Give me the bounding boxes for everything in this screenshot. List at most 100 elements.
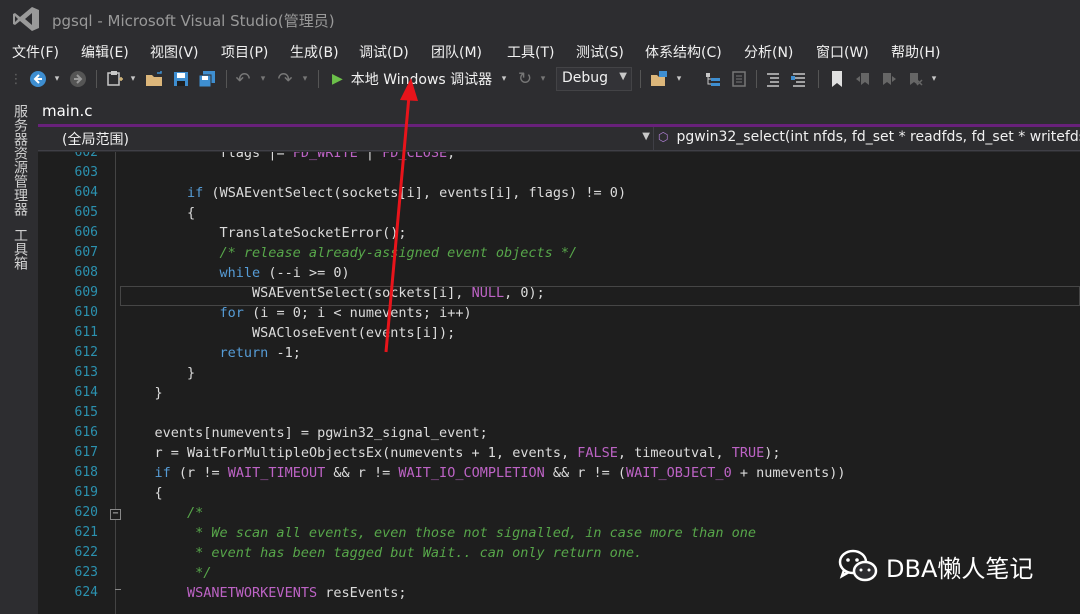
back-icon[interactable] bbox=[28, 68, 48, 90]
toolbar-separator bbox=[226, 70, 227, 88]
line-number: 603 bbox=[74, 165, 98, 180]
code-line: while (--i >= 0) bbox=[219, 265, 350, 281]
code-line: r = WaitForMultipleObjectsEx(numevents +… bbox=[154, 445, 781, 461]
outline-margin bbox=[115, 152, 116, 614]
menu-view[interactable]: 视图(V) bbox=[150, 40, 199, 62]
code-line: if (r != WAIT_TIMEOUT && r != WAIT_IO_CO… bbox=[154, 465, 846, 481]
line-number: 611 bbox=[74, 325, 98, 340]
line-number: 617 bbox=[74, 445, 98, 460]
menu-debug[interactable]: 调试(D) bbox=[359, 40, 409, 62]
refresh-dropdown-icon[interactable]: ▾ bbox=[538, 68, 548, 90]
line-number: 623 bbox=[74, 565, 98, 580]
save-icon[interactable] bbox=[170, 68, 192, 90]
line-number: 605 bbox=[74, 205, 98, 220]
refresh-icon[interactable]: ↻ bbox=[514, 68, 536, 90]
menu-build[interactable]: 生成(B) bbox=[290, 40, 339, 62]
run-button-label: 本地 Windows 调试器 bbox=[350, 72, 493, 88]
line-number: 608 bbox=[74, 265, 98, 280]
forward-icon[interactable] bbox=[68, 68, 88, 90]
find-dropdown-icon[interactable]: ▾ bbox=[674, 68, 684, 90]
code-line: } bbox=[122, 385, 163, 401]
menu-window[interactable]: 窗口(W) bbox=[816, 40, 869, 62]
tab-main-c[interactable]: main.c bbox=[38, 102, 93, 124]
menu-file[interactable]: 文件(F) bbox=[12, 40, 59, 62]
code-line: /* bbox=[122, 505, 204, 521]
watermark-text: DBA懒人笔记 bbox=[886, 554, 1034, 583]
undo-icon[interactable]: ↶ bbox=[232, 68, 254, 90]
code-line: { bbox=[122, 205, 196, 221]
line-number: 621 bbox=[74, 525, 98, 540]
menu-analyze[interactable]: 分析(N) bbox=[744, 40, 793, 62]
code-line: return -1; bbox=[219, 345, 301, 361]
redo-icon[interactable]: ↷ bbox=[274, 68, 296, 90]
document-area: main.c (全局范围) ▼ ⬡ pgwin32_select(int nfds… bbox=[38, 96, 1080, 614]
line-number: 612 bbox=[74, 345, 98, 360]
menu-edit[interactable]: 编辑(E) bbox=[81, 40, 129, 62]
line-number: 609 bbox=[74, 285, 98, 300]
standard-toolbar: ⋮ ▾ ▾ ↶ ▾ ↷ ▾ ▶ 本地 Windows 调试器 ▾ ↻ ▾ ▾ ▾ bbox=[0, 64, 1080, 96]
find-in-files-icon[interactable] bbox=[648, 68, 672, 90]
solution-configuration-select[interactable]: Debug ▼ bbox=[556, 67, 632, 91]
line-number: 619 bbox=[74, 485, 98, 500]
uncomment-lines-icon[interactable] bbox=[788, 68, 810, 90]
back-dropdown-icon[interactable]: ▾ bbox=[52, 68, 62, 90]
properties-icon[interactable] bbox=[728, 68, 750, 90]
visual-studio-logo-icon bbox=[13, 7, 39, 31]
code-editor[interactable]: 602 603 604 605 606 607 608 609 610 611 612 613 614 6… bbox=[38, 152, 1080, 614]
code-line: flags |= FD_WRITE | FD_CLOSE; bbox=[219, 152, 456, 161]
code-line: { bbox=[122, 485, 163, 501]
line-number: 616 bbox=[74, 425, 98, 440]
line-number: 620 bbox=[74, 505, 98, 520]
menu-bar: 文件(F) 编辑(E) 视图(V) 项目(P) 生成(B) 调试(D) 团队(M… bbox=[0, 38, 1080, 62]
menu-help[interactable]: 帮助(H) bbox=[891, 40, 940, 62]
clear-bookmarks-icon[interactable] bbox=[904, 68, 926, 90]
line-number-gutter: 602 603 604 605 606 607 608 609 610 611 612 613 614 6… bbox=[38, 152, 118, 614]
run-dropdown-icon[interactable]: ▾ bbox=[498, 68, 510, 90]
start-debugging-button[interactable]: ▶ 本地 Windows 调试器 bbox=[330, 68, 505, 90]
collapse-block-icon[interactable]: − bbox=[110, 509, 121, 520]
window-title: pgsql - Microsoft Visual Studio(管理员) bbox=[52, 12, 335, 30]
toolbar-separator bbox=[96, 70, 97, 88]
menu-team[interactable]: 团队(M) bbox=[431, 40, 482, 62]
line-number: 606 bbox=[74, 225, 98, 240]
toolbox-tab[interactable]: 工具箱 bbox=[10, 228, 30, 270]
menu-architecture[interactable]: 体系结构(C) bbox=[645, 40, 722, 62]
line-number: 618 bbox=[74, 465, 98, 480]
code-line: */ bbox=[122, 565, 212, 581]
function-dropdown[interactable]: ⬡ pgwin32_select(int nfds, fd_set * readf… bbox=[658, 129, 1080, 149]
toolbar-grip-icon: ⋮ bbox=[9, 71, 23, 87]
code-line: } bbox=[122, 365, 196, 381]
open-file-icon[interactable] bbox=[144, 68, 166, 90]
configuration-value: Debug bbox=[562, 70, 609, 86]
menu-test[interactable]: 测试(S) bbox=[576, 40, 624, 62]
undo-dropdown-icon[interactable]: ▾ bbox=[258, 68, 268, 90]
line-number: 615 bbox=[74, 405, 98, 420]
server-explorer-tab[interactable]: 服务器资源管理器 bbox=[10, 104, 30, 216]
line-number: 613 bbox=[74, 365, 98, 380]
watermark: DBA懒人笔记 bbox=[838, 546, 1033, 586]
save-all-icon[interactable] bbox=[196, 68, 220, 90]
solution-explorer-icon[interactable] bbox=[702, 68, 724, 90]
bookmark-icon[interactable] bbox=[826, 68, 848, 90]
code-line: for (i = 0; i < numevents; i++) bbox=[219, 305, 472, 321]
previous-bookmark-icon[interactable] bbox=[852, 68, 874, 90]
code-line: WSAEventSelect(sockets[i], NULL, 0); bbox=[252, 285, 545, 301]
line-number: 624 bbox=[74, 585, 98, 600]
menu-tools[interactable]: 工具(T) bbox=[507, 40, 554, 62]
code-line: events[numevents] = pgwin32_signal_event… bbox=[154, 425, 488, 441]
line-number: 622 bbox=[74, 545, 98, 560]
toolbar-separator bbox=[756, 70, 757, 88]
redo-dropdown-icon[interactable]: ▾ bbox=[300, 68, 310, 90]
menu-project[interactable]: 项目(P) bbox=[221, 40, 268, 62]
comment-lines-icon[interactable] bbox=[762, 68, 784, 90]
function-value: pgwin32_select(int nfds, fd_set * readfd… bbox=[676, 129, 1080, 145]
next-bookmark-icon[interactable] bbox=[878, 68, 900, 90]
new-dropdown-icon[interactable]: ▾ bbox=[128, 68, 138, 90]
toolbar-separator bbox=[640, 70, 641, 88]
code-line: TranslateSocketError(); bbox=[219, 225, 407, 241]
new-project-icon[interactable] bbox=[104, 68, 126, 90]
scope-dropdown[interactable]: (全局范围) ▼ bbox=[42, 129, 654, 149]
toolbar-separator bbox=[818, 70, 819, 88]
side-tool-rail: 服务器资源管理器 工具箱 bbox=[0, 96, 38, 614]
toolbar-options-icon[interactable]: ▾ bbox=[928, 68, 940, 90]
